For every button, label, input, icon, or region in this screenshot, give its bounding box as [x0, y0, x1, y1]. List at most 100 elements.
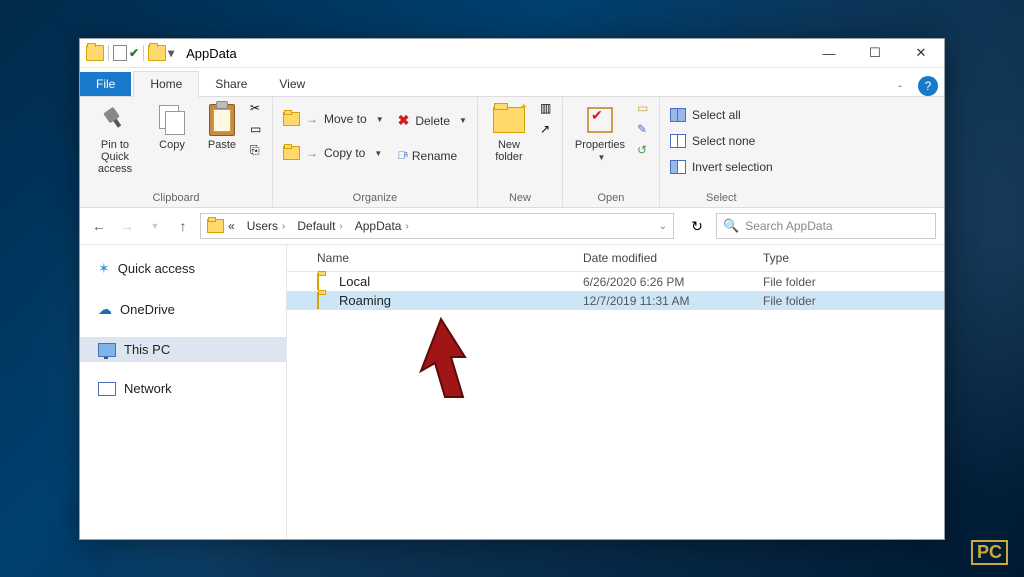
invert-selection-icon: [670, 160, 686, 174]
delete-button[interactable]: ✖ Delete▼: [394, 109, 471, 132]
new-folder-button[interactable]: New folder: [484, 101, 534, 163]
sidebar-network[interactable]: Network: [80, 376, 286, 401]
chevron-right-icon: ›: [282, 221, 285, 232]
new-folder-icon: [493, 107, 525, 133]
help-button[interactable]: ?: [918, 76, 938, 96]
delete-icon: ✖: [398, 112, 410, 129]
close-button[interactable]: ✕: [898, 39, 944, 67]
properties-button[interactable]: Properties ▼: [569, 101, 631, 162]
address-bar[interactable]: « Users› Default› AppData› ⌄: [200, 213, 674, 239]
ribbon-group-organize: → Move to▼ → Copy to▼ ✖ Delete▼: [273, 97, 478, 207]
paste-icon: [209, 104, 235, 136]
col-date[interactable]: Date modified: [583, 251, 763, 265]
overflow-icon[interactable]: ▾: [168, 46, 174, 60]
folder-icon: [283, 112, 300, 126]
document-icon[interactable]: [113, 45, 127, 61]
chevron-right-icon: ›: [339, 221, 342, 232]
breadcrumb-appdata[interactable]: AppData›: [349, 214, 415, 238]
rename-button[interactable]: ▭ͣ Rename: [394, 146, 471, 166]
cut-icon[interactable]: ✂: [250, 101, 266, 117]
new-item-icon[interactable]: ▥: [540, 101, 556, 117]
refresh-button[interactable]: ↻: [684, 214, 710, 238]
pin-to-quick-access-button[interactable]: Pin to Quick access: [86, 101, 144, 175]
collapse-ribbon-button[interactable]: ˆ: [888, 85, 912, 96]
tab-view[interactable]: View: [263, 72, 321, 96]
maximize-button[interactable]: ☐: [852, 39, 898, 67]
recent-locations-button[interactable]: ▼: [144, 215, 166, 237]
back-button[interactable]: ←: [88, 215, 110, 237]
forward-button[interactable]: →: [116, 215, 138, 237]
ribbon-group-open: Properties ▼ ▭ ✎ ↺ Open: [563, 97, 660, 207]
monitor-icon: [98, 343, 116, 357]
copy-icon: [159, 105, 185, 135]
titlebar: ✔ ▾ AppData — ☐ ✕: [80, 39, 944, 68]
file-row-selected[interactable]: Roaming 12/7/2019 11:31 AM File folder: [287, 291, 944, 310]
window-controls: — ☐ ✕: [806, 39, 944, 67]
copy-path-icon[interactable]: ▭: [250, 122, 266, 138]
file-row[interactable]: Local 6/26/2020 6:26 PM File folder: [287, 272, 944, 291]
network-icon: [98, 382, 116, 396]
quick-access-toolbar: ✔ ▾: [80, 45, 180, 61]
chevron-down-icon: ▼: [374, 149, 382, 158]
tab-share[interactable]: Share: [199, 72, 263, 96]
search-icon: 🔍: [723, 218, 739, 234]
ribbon-group-new: New folder ▥ ↗ New: [478, 97, 563, 207]
copy-to-button[interactable]: → Copy to▼: [279, 143, 388, 163]
folder-icon[interactable]: [148, 45, 166, 61]
chevron-down-icon: ⌄: [659, 221, 667, 232]
window-title: AppData: [180, 46, 806, 61]
column-headers[interactable]: Name Date modified Type: [287, 245, 944, 272]
arrow-icon: →: [306, 146, 318, 160]
separator: [143, 45, 144, 61]
col-type[interactable]: Type: [763, 251, 944, 265]
sidebar-onedrive[interactable]: ☁OneDrive: [80, 296, 286, 323]
star-icon: ✶: [98, 260, 110, 277]
select-all-button[interactable]: Select all: [666, 105, 777, 125]
address-dropdown[interactable]: ⌄: [653, 214, 673, 238]
chevron-down-icon: ▼: [376, 115, 384, 124]
minimize-button[interactable]: —: [806, 39, 852, 67]
copy-button[interactable]: Copy: [150, 101, 194, 151]
edit-icon[interactable]: ✎: [637, 122, 653, 138]
address-bar-row: ← → ▼ ↑ « Users› Default› AppData› ⌄ ↻ 🔍…: [80, 208, 944, 245]
check-icon[interactable]: ✔: [129, 46, 139, 60]
up-button[interactable]: ↑: [172, 215, 194, 237]
tab-file[interactable]: File: [80, 72, 131, 96]
pin-icon: [98, 103, 131, 136]
select-all-icon: [670, 108, 686, 122]
rename-icon: ▭ͣ: [398, 150, 406, 162]
ribbon-group-select: Select all Select none Invert selection …: [660, 97, 783, 207]
cursor-overlay: [415, 317, 475, 407]
history-icon[interactable]: ↺: [637, 143, 653, 159]
search-input[interactable]: 🔍 Search AppData: [716, 213, 936, 239]
watermark: PC: [967, 540, 1012, 565]
col-name[interactable]: Name: [317, 251, 583, 265]
select-none-icon: [670, 134, 686, 148]
folder-icon: [317, 292, 319, 309]
separator: [108, 45, 109, 61]
nav-pane[interactable]: ✶Quick access ☁OneDrive This PC Network: [80, 245, 287, 539]
breadcrumb-default[interactable]: Default›: [291, 214, 348, 238]
explorer-window: ✔ ▾ AppData — ☐ ✕ File Home Share View ˆ…: [79, 38, 945, 540]
sidebar-this-pc[interactable]: This PC: [80, 337, 286, 362]
invert-selection-button[interactable]: Invert selection: [666, 157, 777, 177]
sidebar-quick-access[interactable]: ✶Quick access: [80, 255, 286, 282]
ribbon-group-clipboard: Pin to Quick access Copy Paste ✂ ▭ ⎘: [80, 97, 273, 207]
open-icon[interactable]: ▭: [637, 101, 653, 117]
arrow-icon: →: [306, 112, 318, 126]
easy-access-icon[interactable]: ↗: [540, 122, 556, 138]
cloud-icon: ☁: [98, 301, 112, 318]
move-to-button[interactable]: → Move to▼: [279, 109, 388, 129]
folder-icon: [317, 273, 319, 290]
folder-icon: [283, 146, 300, 160]
folder-icon: [207, 219, 224, 233]
paste-button[interactable]: Paste: [200, 101, 244, 151]
ribbon: Pin to Quick access Copy Paste ✂ ▭ ⎘: [80, 97, 944, 208]
chevron-down-icon: ▼: [459, 116, 467, 125]
select-none-button[interactable]: Select none: [666, 131, 777, 151]
tab-home[interactable]: Home: [133, 71, 199, 97]
file-list[interactable]: Name Date modified Type Local 6/26/2020 …: [287, 245, 944, 539]
paste-shortcut-icon[interactable]: ⎘: [250, 143, 266, 159]
breadcrumb-users[interactable]: Users›: [241, 214, 292, 238]
chevron-right-icon: ›: [405, 221, 408, 232]
